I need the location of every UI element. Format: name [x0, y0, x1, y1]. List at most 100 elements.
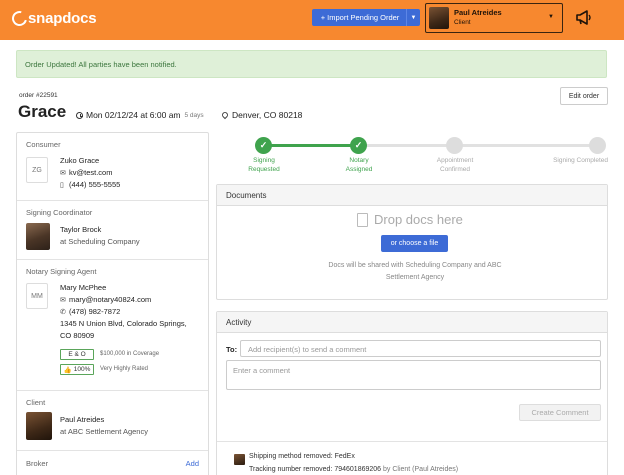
agent-phone-text: (478) 982-7872	[69, 307, 121, 316]
recipient-input[interactable]: Add recipient(s) to send a comment	[240, 340, 601, 357]
create-comment-button[interactable]: Create Comment	[519, 404, 601, 421]
rating-note: Very Highly Rated	[100, 366, 149, 372]
order-location-text: Denver, CO 80218	[232, 110, 303, 120]
consumer-email-text: kv@test.com	[69, 168, 113, 177]
activity-divider	[217, 441, 607, 442]
comment-textarea[interactable]: Enter a comment	[226, 360, 601, 390]
step-line1: Signing	[253, 157, 275, 164]
consumer-initials-avatar: ZG	[26, 157, 48, 183]
agent-email-text: mary@notary40824.com	[69, 295, 152, 304]
step-line2: Requested	[248, 166, 280, 173]
documents-title: Documents	[217, 185, 607, 206]
eo-coverage-note: $100,000 in Coverage	[100, 351, 160, 357]
agent-address-line2: CO 80909	[60, 331, 95, 340]
step-line2: Confirmed	[440, 166, 470, 173]
agent-email[interactable]: ✉ mary@notary40824.com	[60, 295, 151, 304]
coordinator-company: at Scheduling Company	[60, 237, 140, 246]
user-name: Paul Atreides	[454, 8, 502, 17]
import-pending-order-label: + Import Pending Order	[320, 13, 400, 22]
thumbs-up-icon: 👍	[63, 366, 72, 374]
user-menu-caret-icon: ▼	[548, 14, 554, 20]
client-photo	[26, 412, 52, 440]
step-label-notary-assigned: Notary Assigned	[324, 156, 394, 174]
step-signing-completed-dot	[589, 137, 606, 154]
client-name[interactable]: Paul Atreides	[60, 415, 104, 424]
broker-section: Broker Add	[17, 451, 208, 475]
step-signing-requested-check-icon: ✓	[255, 137, 272, 154]
step-label-appointment-confirmed: Appointment Confirmed	[420, 156, 490, 174]
megaphone-icon[interactable]	[575, 10, 593, 26]
agent-phone[interactable]: ✆ (478) 982-7872	[60, 307, 120, 316]
days-until: 5 days	[184, 111, 204, 119]
client-company: at ABC Settlement Agency	[60, 427, 148, 436]
step-appointment-confirmed-dot	[446, 137, 463, 154]
rating-value: 100%	[73, 366, 91, 373]
phone-icon: ✆	[60, 309, 66, 316]
import-pending-order-button[interactable]: + Import Pending Order ▼	[312, 9, 420, 26]
order-location: Denver, CO 80218	[220, 110, 303, 120]
consumer-phone[interactable]: ▯ (444) 555-5555	[60, 180, 120, 189]
success-alert: Order Updated! All parties have been not…	[16, 50, 607, 78]
location-pin-icon	[220, 110, 230, 120]
coordinator-photo	[26, 223, 50, 250]
clock-icon	[76, 111, 83, 119]
edit-order-button[interactable]: Edit order	[560, 87, 608, 105]
import-dropdown-caret-icon[interactable]: ▼	[406, 9, 420, 26]
logo-mark-icon	[9, 8, 30, 29]
add-broker-link[interactable]: Add	[186, 459, 199, 468]
activity-panel: Activity To: Add recipient(s) to send a …	[216, 311, 608, 475]
broker-title: Broker	[26, 459, 49, 468]
eo-badge: E & O	[60, 349, 94, 360]
activity-log-author: by Client (Paul Atreides)	[383, 466, 459, 473]
top-bar: snapdocs + Import Pending Order ▼ Paul A…	[0, 0, 624, 40]
progress-line-1	[264, 144, 358, 147]
file-icon	[357, 212, 368, 227]
step-line2: Assigned	[345, 166, 373, 173]
envelope-icon: ✉	[60, 297, 66, 304]
progress-line-2	[358, 144, 454, 147]
client-title: Client	[26, 398, 46, 407]
step-line1: Appointment	[436, 157, 474, 164]
envelope-icon: ✉	[60, 170, 66, 177]
mobile-phone-icon: ▯	[60, 182, 64, 189]
coordinator-name[interactable]: Taylor Brock	[60, 225, 101, 234]
order-title: Grace	[18, 102, 67, 121]
documents-panel[interactable]: Documents Drop docs here or choose a fil…	[216, 184, 608, 300]
user-menu[interactable]: Paul Atreides Client ▼	[425, 3, 563, 33]
share-note: Docs will be shared with Scheduling Comp…	[328, 262, 502, 281]
coordinator-section: Signing Coordinator Taylor Brock at Sche…	[17, 201, 208, 260]
progress-line-3	[454, 144, 598, 147]
order-datetime-text: Mon 02/12/24 at 6:00 am	[86, 110, 181, 120]
drop-zone[interactable]: Drop docs here	[357, 212, 463, 227]
activity-log-tracking: Tracking number removed: 794601869206	[249, 466, 382, 473]
snapdocs-logo[interactable]: snapdocs	[9, 8, 97, 29]
step-label-signing-requested: Signing Requested	[229, 156, 299, 174]
consumer-title: Consumer	[26, 140, 61, 149]
activity-log-line2: Tracking number removed: 794601869206 by…	[249, 466, 458, 473]
user-role: Client	[454, 19, 471, 26]
logo-text: snapdocs	[28, 10, 97, 27]
client-section: Client Paul Atreides at ABC Settlement A…	[17, 391, 208, 451]
step-notary-assigned-check-icon: ✓	[350, 137, 367, 154]
agent-address-line1: 1345 N Union Blvd, Colorado Springs,	[60, 319, 187, 328]
agent-title: Notary Signing Agent	[26, 267, 97, 276]
consumer-email[interactable]: ✉ kv@test.com	[60, 168, 112, 177]
order-number: order #22591	[19, 92, 58, 99]
rating-badge: 👍 100%	[60, 364, 94, 375]
activity-log-line1: Shipping method removed: FedEx	[249, 453, 355, 460]
consumer-phone-text: (444) 555-5555	[69, 180, 121, 189]
to-label: To:	[226, 345, 238, 354]
order-progress: ✓ ✓ Signing Requested Notary Assigned Ap…	[216, 134, 608, 178]
log-user-avatar	[234, 454, 245, 465]
coordinator-title: Signing Coordinator	[26, 208, 93, 217]
agent-name[interactable]: Mary McPhee	[60, 283, 106, 292]
drop-text: Drop docs here	[374, 212, 463, 227]
step-label-signing-completed: Signing Completed	[532, 156, 608, 165]
agent-section: Notary Signing Agent MM Mary McPhee ✉ mar…	[17, 260, 208, 391]
choose-file-button[interactable]: or choose a file	[381, 235, 448, 252]
parties-panel: Consumer ZG Zuko Grace ✉ kv@test.com ▯ (44…	[16, 132, 209, 475]
agent-initials-avatar: MM	[26, 283, 48, 309]
step-line1: Notary	[349, 157, 369, 164]
consumer-name[interactable]: Zuko Grace	[60, 156, 99, 165]
user-avatar	[429, 7, 449, 29]
